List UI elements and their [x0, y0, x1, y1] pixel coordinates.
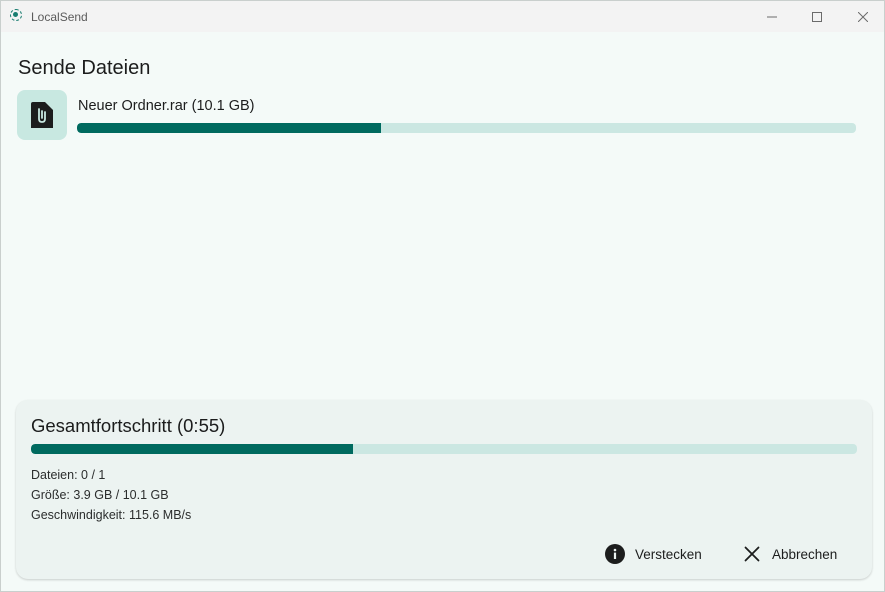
close-window-button[interactable] [840, 1, 885, 32]
info-icon [604, 543, 626, 565]
cancel-button-label: Abbrechen [772, 546, 838, 562]
minimize-button[interactable] [749, 1, 795, 32]
hide-button-label: Verstecken [635, 546, 702, 562]
file-progress-fill [77, 123, 381, 133]
total-progress-fill [31, 444, 354, 454]
localsend-logo-icon [10, 9, 22, 21]
size-text: Größe: 3.9 GB / 10.1 GB [31, 488, 169, 502]
file-name-label: Neuer Ordner.rar (10.1 GB) [78, 98, 255, 114]
close-window-icon [858, 11, 868, 22]
total-progress-card: Gesamtfortschritt (0:55) Dateien: 0 / 1 … [16, 400, 872, 579]
files-count-text: Dateien: 0 / 1 [31, 468, 106, 482]
cancel-button[interactable]: Abbrechen [741, 540, 837, 568]
app-title: LocalSend [31, 10, 88, 24]
file-progress-bar [77, 123, 856, 133]
file-thumbnail [17, 90, 67, 140]
file-attachment-icon [31, 102, 53, 128]
app-window: LocalSend Sende Dateien Neuer Ordner.rar… [0, 0, 885, 592]
hide-button[interactable]: Verstecken [604, 540, 702, 568]
page-title: Sende Dateien [18, 57, 151, 79]
total-progress-bar [31, 444, 857, 454]
total-progress-title: Gesamtfortschritt (0:55) [31, 415, 226, 436]
maximize-button[interactable] [794, 1, 840, 32]
speed-text: Geschwindigkeit: 115.6 MB/s [31, 508, 192, 522]
maximize-icon [812, 11, 822, 22]
close-icon [741, 543, 763, 565]
minimize-icon [767, 16, 777, 17]
title-bar[interactable]: LocalSend [1, 1, 884, 32]
